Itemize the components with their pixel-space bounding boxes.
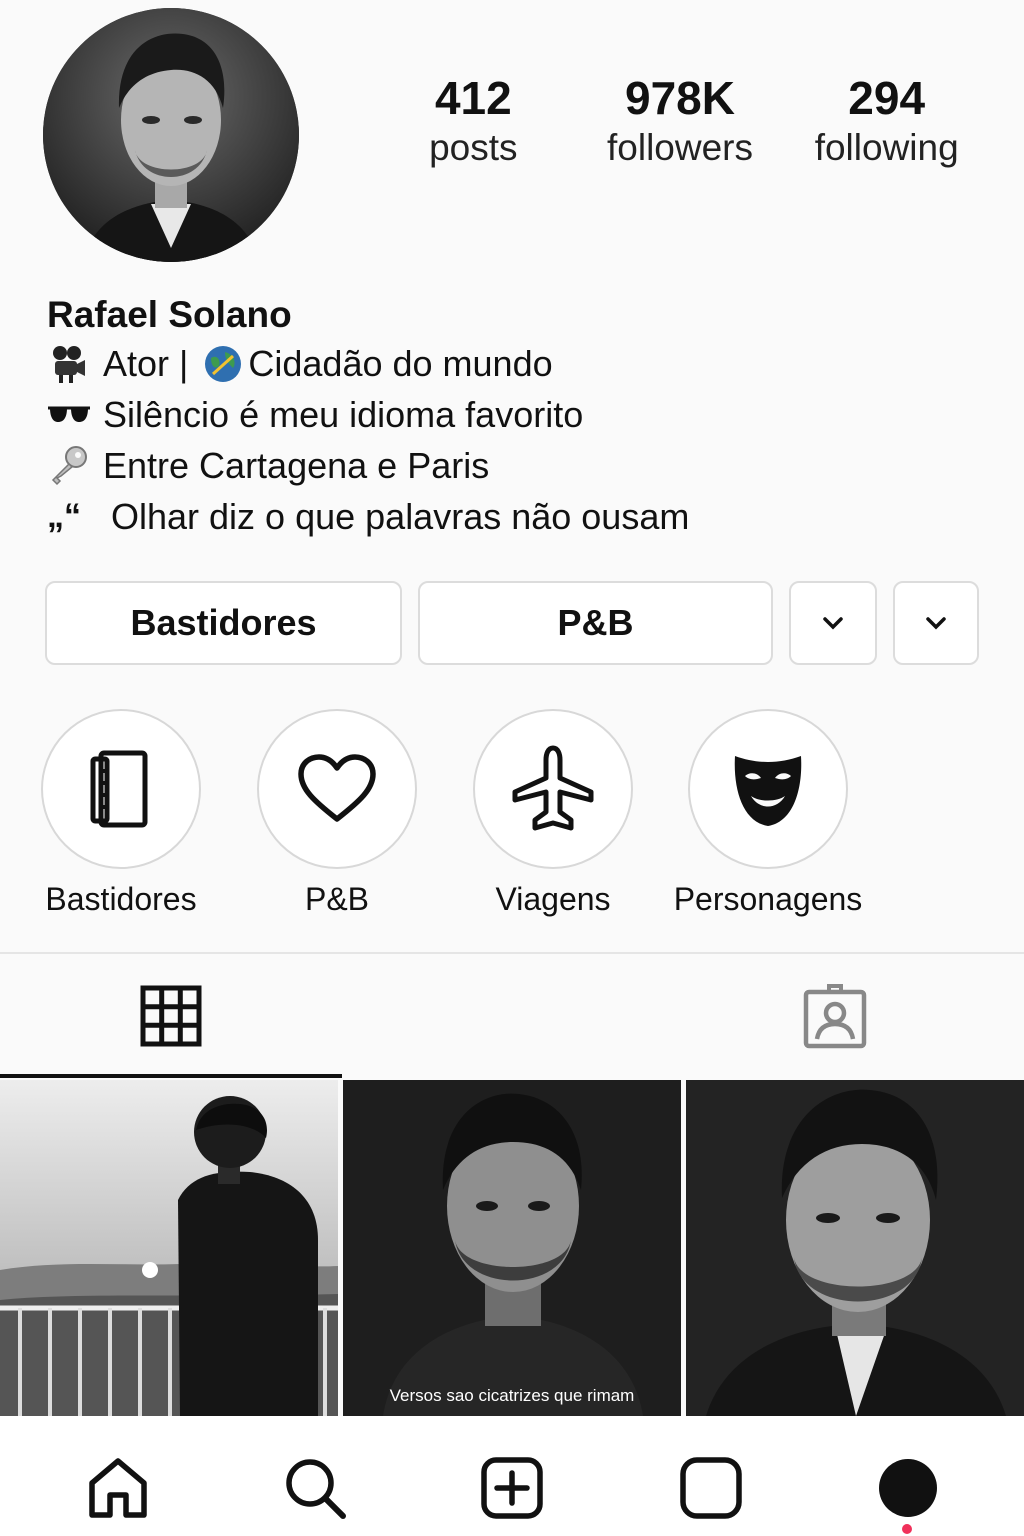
nav-search[interactable] xyxy=(275,1448,355,1528)
dropdown-button-2[interactable] xyxy=(893,581,979,665)
highlight-personagens[interactable]: Personagens xyxy=(668,709,868,919)
tagged-portrait-icon xyxy=(803,984,867,1049)
tab-tagged[interactable] xyxy=(664,954,1006,1078)
grid-icon xyxy=(140,985,202,1047)
stat-label: posts xyxy=(429,127,518,168)
profile-buttons: Bastidores P&B xyxy=(45,581,979,665)
stat-following[interactable]: 294 following xyxy=(783,70,990,170)
movie-camera-icon xyxy=(47,344,103,384)
post-tile[interactable] xyxy=(0,1080,338,1416)
bio-line: „“ Olhar diz o que palavras não ousam xyxy=(47,491,987,542)
highlight-pb[interactable]: P&B xyxy=(237,709,437,919)
reels-icon xyxy=(680,1457,742,1519)
notebook-icon xyxy=(90,750,148,828)
bio-text: Cidadão do mundo xyxy=(248,342,553,384)
highlight-bastidores[interactable]: Bastidores xyxy=(21,709,221,919)
posts-grid: Versos sao cicatrizes que rimam xyxy=(0,1080,1024,1416)
highlight-label: Bastidores xyxy=(45,881,197,917)
post-image xyxy=(343,1080,681,1416)
bio-line: Entre Cartagena e Paris xyxy=(47,440,987,491)
search-icon xyxy=(286,1459,346,1519)
highlight-ring xyxy=(41,709,201,869)
bio-text: Ator | xyxy=(103,342,199,384)
airplane-icon xyxy=(512,745,594,831)
globe-icon xyxy=(198,344,248,384)
highlight-ring xyxy=(257,709,417,869)
nav-reels[interactable] xyxy=(671,1448,751,1528)
bastidores-button[interactable]: Bastidores xyxy=(45,581,402,665)
highlight-ring xyxy=(473,709,633,869)
stat-label: following xyxy=(814,127,959,168)
post-caption: Versos sao cicatrizes que rimam xyxy=(389,1386,635,1405)
stat-followers[interactable]: 978K followers xyxy=(577,70,784,170)
chevron-down-icon xyxy=(823,617,843,630)
stat-value: 412 xyxy=(434,72,512,124)
bio-line: Ator | Cidadão do mundo xyxy=(47,338,987,389)
key-icon xyxy=(47,445,103,487)
profile-tabs xyxy=(0,954,1024,1078)
highlight-label: Personagens xyxy=(673,881,863,917)
notification-dot xyxy=(902,1524,912,1534)
quote-icon: „“ xyxy=(47,497,81,535)
profile-stats: 412 posts 978K followers 294 following xyxy=(370,70,990,170)
stat-label: followers xyxy=(607,127,753,168)
create-icon xyxy=(481,1457,543,1519)
highlight-label: Viagens xyxy=(495,881,611,917)
profile-name: Rafael Solano xyxy=(47,294,292,335)
pb-button[interactable]: P&B xyxy=(418,581,773,665)
dropdown-button[interactable] xyxy=(789,581,877,665)
profile-bio: Rafael Solano Ator | Cidadão do mundo Si… xyxy=(47,292,987,542)
profile-avatar[interactable] xyxy=(43,8,299,262)
nav-home[interactable] xyxy=(78,1448,158,1528)
profile-icon xyxy=(879,1459,937,1517)
stat-value: 294 xyxy=(848,72,926,124)
stat-posts[interactable]: 412 posts xyxy=(370,70,577,170)
tab-reels[interactable] xyxy=(342,954,684,1078)
home-icon xyxy=(89,1458,147,1518)
highlight-ring xyxy=(688,709,848,869)
theater-mask-icon xyxy=(734,756,802,826)
bio-text: Silêncio é meu idioma favorito xyxy=(103,393,584,435)
nav-create[interactable] xyxy=(472,1448,552,1528)
tab-grid[interactable] xyxy=(0,954,342,1078)
post-tile[interactable]: Versos sao cicatrizes que rimam xyxy=(343,1080,681,1416)
bio-text: Olhar diz o que palavras não ousam xyxy=(111,495,690,537)
heart-icon xyxy=(298,754,376,822)
post-image xyxy=(686,1080,1024,1416)
highlight-label: P&B xyxy=(304,881,370,917)
bottom-navigation xyxy=(0,1416,1024,1536)
sunglasses-icon xyxy=(47,403,103,427)
post-image xyxy=(0,1080,338,1416)
highlight-viagens[interactable]: Viagens xyxy=(453,709,653,919)
post-tile[interactable] xyxy=(686,1080,1024,1416)
profile-header: 412 posts 978K followers 294 following xyxy=(0,0,1024,280)
story-highlights: Bastidores P&B Viagens Personagens xyxy=(0,709,1024,929)
bio-text: Entre Cartagena e Paris xyxy=(103,444,490,486)
nav-profile[interactable] xyxy=(868,1448,948,1528)
bio-line: Silêncio é meu idioma favorito xyxy=(47,389,987,440)
chevron-down-icon xyxy=(926,617,946,630)
stat-value: 978K xyxy=(625,72,735,124)
